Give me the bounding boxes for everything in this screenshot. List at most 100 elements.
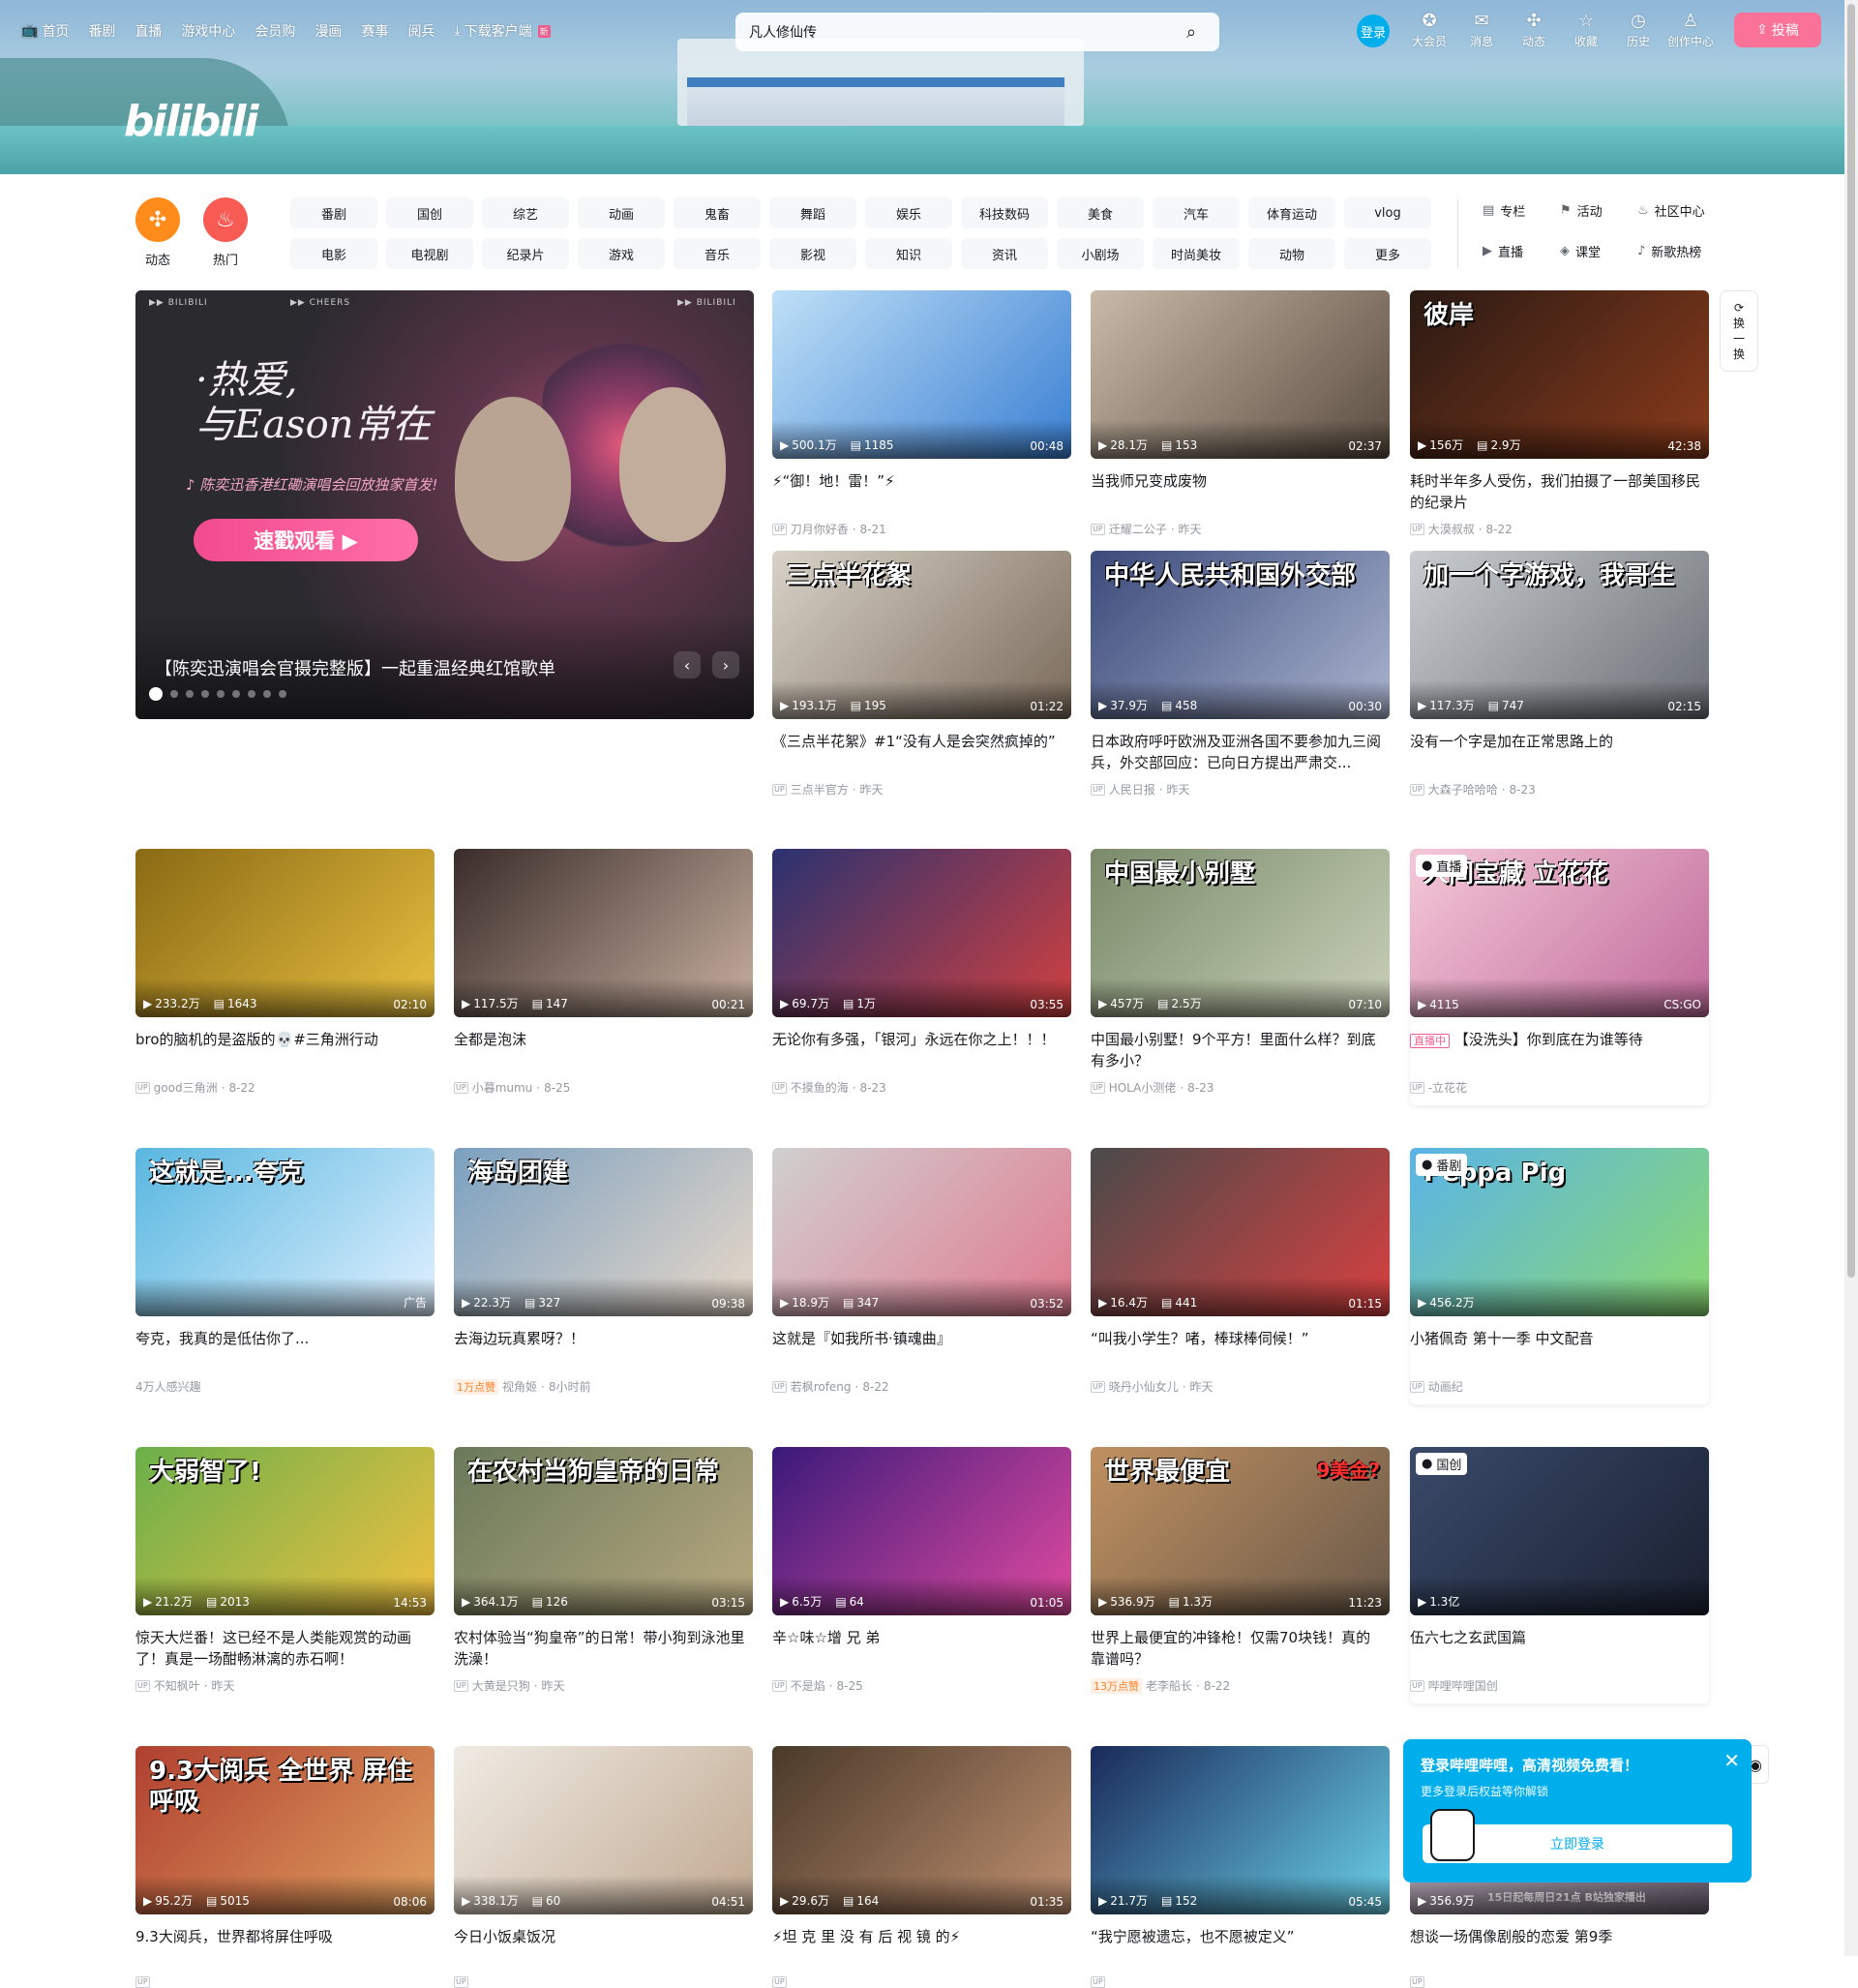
- video-author[interactable]: 大漠叔叔: [1428, 521, 1475, 537]
- video-thumbnail[interactable]: 中国最小别墅 ▶ 457万 ▤ 2.5万 07:10: [1091, 849, 1390, 1017]
- video-thumbnail[interactable]: ▶ 21.7万 ▤ 152 05:45: [1091, 1746, 1390, 1914]
- header-message-button[interactable]: ✉ 消息: [1455, 12, 1508, 49]
- video-thumbnail[interactable]: ▶ 16.4万 ▤ 441 01:15: [1091, 1148, 1390, 1316]
- video-author[interactable]: 不摸鱼的海: [791, 1079, 849, 1096]
- video-thumbnail[interactable]: ▶ 69.7万 ▤ 1万 03:55: [772, 849, 1071, 1017]
- channel-8[interactable]: 美食: [1057, 197, 1144, 228]
- channel-extra-1[interactable]: ⚑ 活动: [1560, 201, 1603, 220]
- channel-16[interactable]: 音乐: [674, 238, 761, 269]
- channel-11[interactable]: vlog: [1344, 197, 1431, 228]
- video-card[interactable]: ▶ 233.2万 ▤ 1643 02:10 bro的脑机的是盗版的💀#三角洲行动 UP goo…: [135, 849, 435, 1096]
- nav-live[interactable]: 直播: [135, 21, 162, 41]
- carousel-dot[interactable]: [232, 690, 240, 698]
- video-author[interactable]: 三点半官方: [791, 781, 849, 798]
- video-author[interactable]: 大森子哈哈哈: [1428, 781, 1498, 798]
- channel-0[interactable]: 番剧: [290, 197, 377, 228]
- header-vip-button[interactable]: ✪ 大会员: [1403, 12, 1455, 49]
- video-thumbnail[interactable]: ▶ 6.5万 ▤ 64 01:05: [772, 1447, 1071, 1615]
- carousel-dot[interactable]: [170, 690, 178, 698]
- video-card[interactable]: ▶ 18.9万 ▤ 347 03:52 这就是『如我所书·镇魂曲』 UP 若枫rofeng · 8…: [772, 1148, 1071, 1395]
- channel-4[interactable]: 鬼畜: [674, 197, 761, 228]
- video-title[interactable]: 没有一个字是加在正常思路上的: [1410, 731, 1709, 773]
- video-thumbnail[interactable]: 这就是...夸克 广告: [135, 1148, 435, 1316]
- carousel-title[interactable]: 【陈奕迅演唱会官摄完整版】一起重温经典红馆歌单: [155, 655, 555, 680]
- video-card[interactable]: 三点半花絮 ▶ 193.1万 ▤ 195 01:22 《三点半花絮》#1“没有人是会突然疯掉…: [772, 551, 1071, 798]
- video-card[interactable]: 9.3大阅兵 全世界 屏住呼吸 ▶ 95.2万 ▤ 5015 08:06 9.3大阅兵，世界…: [135, 1746, 435, 1988]
- video-title[interactable]: 惊天大烂番！这已经不是人类能观赏的动画了！真是一场酣畅淋漓的赤石啊！: [135, 1627, 435, 1670]
- video-thumbnail[interactable]: ▶ 233.2万 ▤ 1643 02:10: [135, 849, 435, 1017]
- video-title[interactable]: 今日小饭桌饭况: [454, 1926, 753, 1969]
- video-card[interactable]: 人间宝藏 立花花 ● 直播 ▶ 4115 CS:GO 直播中 【没洗头】你到底在为谁等待 UP…: [1410, 849, 1709, 1105]
- video-author[interactable]: 晓丹小仙女儿: [1109, 1378, 1179, 1395]
- video-author[interactable]: good三角洲: [154, 1079, 218, 1096]
- carousel-dot[interactable]: [217, 690, 225, 698]
- video-thumbnail[interactable]: 9.3大阅兵 全世界 屏住呼吸 ▶ 95.2万 ▤ 5015 08:06: [135, 1746, 435, 1914]
- video-card[interactable]: 大弱智了! ▶ 21.2万 ▤ 2013 14:53 惊天大烂番！这已经不是人类能观赏的动画…: [135, 1447, 435, 1694]
- carousel-dot[interactable]: [248, 690, 255, 698]
- nav-download[interactable]: ⤓ 下载客户端新: [454, 21, 551, 41]
- header-history-button[interactable]: ◷ 历史: [1612, 12, 1664, 49]
- header-creator-button[interactable]: ♙ 创作中心: [1664, 12, 1717, 49]
- video-thumbnail[interactable]: 世界最便宜 9美金? ▶ 536.9万 ▤ 1.3万 11:23: [1091, 1447, 1390, 1615]
- video-thumbnail[interactable]: ● 国创 ▶ 1.3亿: [1410, 1447, 1709, 1615]
- video-author[interactable]: 小暮mumu: [472, 1079, 533, 1096]
- upload-button[interactable]: ⇪ 投稿: [1734, 13, 1821, 47]
- video-card[interactable]: ● 国创 ▶ 1.3亿 伍六七之玄武国篇 UP 哔哩哔哩国创: [1410, 1447, 1709, 1703]
- header-favorite-button[interactable]: ☆ 收藏: [1560, 12, 1612, 49]
- video-card[interactable]: ▶ 6.5万 ▤ 64 01:05 辛☆味☆增 兄 弟 UP 不是焰 · 8-25: [772, 1447, 1071, 1694]
- video-author[interactable]: 不知枫叶: [154, 1677, 200, 1694]
- nav-esports[interactable]: 赛事: [361, 21, 388, 41]
- channel-5[interactable]: 舞蹈: [769, 197, 856, 228]
- video-title[interactable]: ⚡坦 克 里 没 有 后 视 镜 的⚡: [772, 1926, 1071, 1969]
- video-thumbnail[interactable]: ▶ 29.6万 ▤ 164 01:35: [772, 1746, 1071, 1914]
- scrollbar-thumb[interactable]: [1847, 4, 1855, 1278]
- video-author[interactable]: 视角姬: [502, 1378, 537, 1395]
- video-card[interactable]: 这就是...夸克 广告 夸克，我真的是低估你了... 4万人感兴趣: [135, 1148, 435, 1395]
- dynamic-channel-button[interactable]: ✣: [135, 197, 180, 242]
- header-dynamic-button[interactable]: ✣ 动态: [1508, 12, 1560, 49]
- scrollbar[interactable]: [1844, 0, 1858, 1956]
- channel-15[interactable]: 游戏: [578, 238, 665, 269]
- video-thumbnail[interactable]: 海岛团建 ▶ 22.3万 ▤ 327 09:38: [454, 1148, 753, 1316]
- video-thumbnail[interactable]: 彼岸 ▶ 156万 ▤ 2.9万 42:38: [1410, 290, 1709, 459]
- video-author[interactable]: -立花花: [1428, 1079, 1467, 1096]
- video-title[interactable]: 《三点半花絮》#1“没有人是会突然疯掉的”: [772, 731, 1071, 773]
- hot-channel-button[interactable]: ♨: [203, 197, 248, 242]
- channel-extra-2[interactable]: ♨ 社区中心: [1637, 201, 1705, 220]
- video-title[interactable]: “叫我小学生？啫，棒球棒伺候！”: [1091, 1328, 1390, 1371]
- video-title[interactable]: 无论你有多强，「银河」永远在你之上！！！: [772, 1029, 1071, 1071]
- video-card[interactable]: ▶ 338.1万 ▤ 60 04:51 今日小饭桌饭况 UP: [454, 1746, 753, 1988]
- video-author[interactable]: 刀月你好香: [791, 521, 849, 537]
- video-thumbnail[interactable]: ▶ 28.1万 ▤ 153 02:37: [1091, 290, 1390, 459]
- video-card[interactable]: 加一个字游戏，我哥生 ▶ 117.3万 ▤ 747 02:15 没有一个字是加在正常思路上的…: [1410, 551, 1709, 798]
- video-card[interactable]: ▶ 21.7万 ▤ 152 05:45 “我宁愿被遗忘，也不愿被定义” UP: [1091, 1746, 1390, 1988]
- video-title[interactable]: 世界上最便宜的冲锋枪！仅需70块钱！真的靠谱吗？: [1091, 1627, 1390, 1670]
- nav-parade[interactable]: 阅兵: [407, 21, 435, 41]
- carousel-prev-button[interactable]: ‹: [674, 651, 701, 678]
- video-card[interactable]: ▶ 29.6万 ▤ 164 01:35 ⚡坦 克 里 没 有 后 视 镜 的⚡ UP: [772, 1746, 1071, 1988]
- video-title[interactable]: bro的脑机的是盗版的💀#三角洲行动: [135, 1029, 435, 1071]
- video-card[interactable]: ▶ 28.1万 ▤ 153 02:37 当我师兄变成废物 UP 迁耀二公子 · 昨天: [1091, 290, 1390, 537]
- channel-12[interactable]: 电影: [290, 238, 377, 269]
- channel-21[interactable]: 时尚美妆: [1153, 238, 1240, 269]
- channel-extra-0[interactable]: ▤ 专栏: [1483, 201, 1525, 220]
- video-title[interactable]: 9.3大阅兵，世界都将屏住呼吸: [135, 1926, 435, 1969]
- channel-13[interactable]: 电视剧: [386, 238, 473, 269]
- video-thumbnail[interactable]: 中华人民共和国外交部 ▶ 37.9万 ▤ 458 00:30: [1091, 551, 1390, 719]
- video-title[interactable]: 小猪佩奇 第十一季 中文配音: [1410, 1328, 1709, 1371]
- channel-6[interactable]: 娱乐: [865, 197, 952, 228]
- channel-extra-3[interactable]: ▶ 直播: [1483, 242, 1523, 260]
- carousel-dot[interactable]: [201, 690, 209, 698]
- nav-game[interactable]: 游戏中心: [181, 21, 235, 41]
- video-thumbnail[interactable]: 人间宝藏 立花花 ● 直播 ▶ 4115 CS:GO: [1410, 849, 1709, 1017]
- channel-2[interactable]: 综艺: [482, 197, 569, 228]
- channel-20[interactable]: 小剧场: [1057, 238, 1144, 269]
- video-title[interactable]: ⚡“御！地！雷！”⚡: [772, 470, 1071, 513]
- video-card[interactable]: ▶ 117.5万 ▤ 147 00:21 全都是泡沫 UP 小暮mumu · 8-25: [454, 849, 753, 1096]
- close-icon[interactable]: ✕: [1723, 1749, 1740, 1772]
- video-thumbnail[interactable]: ▶ 500.1万 ▤ 1185 00:48: [772, 290, 1071, 459]
- channel-19[interactable]: 资讯: [961, 238, 1048, 269]
- nav-shop[interactable]: 会员购: [255, 21, 295, 41]
- video-card[interactable]: ▶ 69.7万 ▤ 1万 03:55 无论你有多强，「银河」永远在你之上！！！ UP 不摸鱼的…: [772, 849, 1071, 1096]
- video-title[interactable]: 当我师兄变成废物: [1091, 470, 1390, 513]
